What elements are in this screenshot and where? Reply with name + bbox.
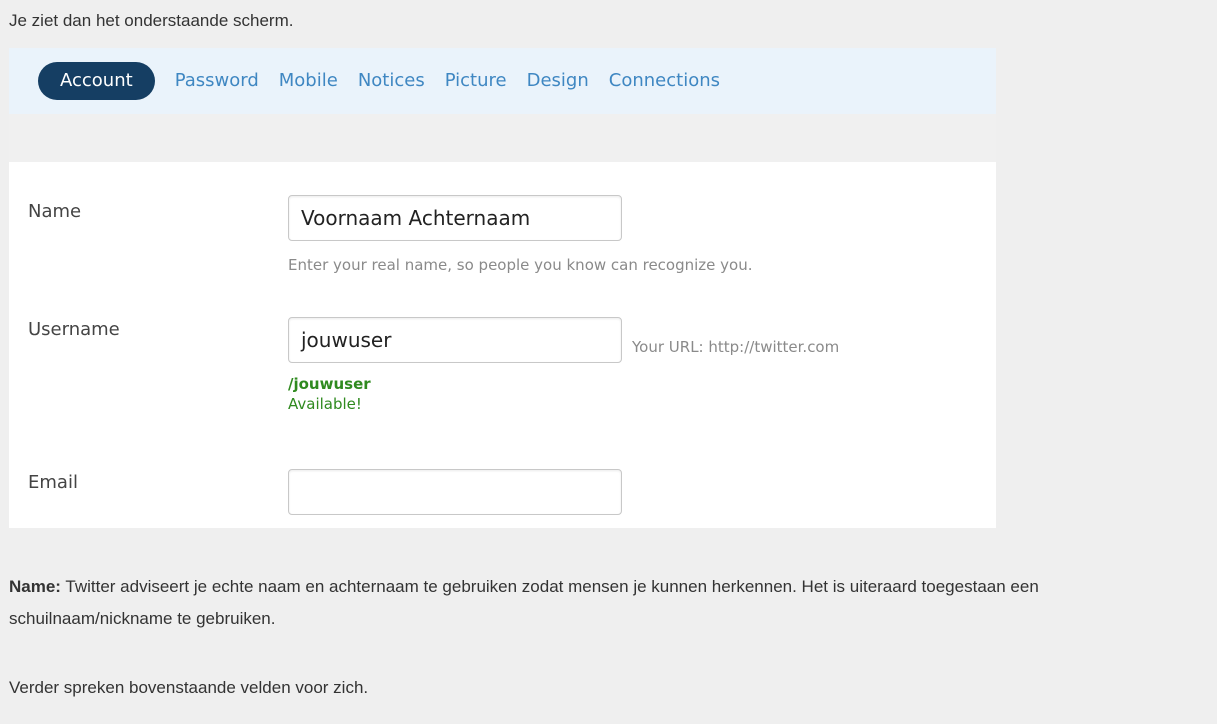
intro-text: Je ziet dan het onderstaande scherm. xyxy=(9,11,294,30)
name-input[interactable]: Voornaam Achternaam xyxy=(288,195,622,241)
tab-mobile[interactable]: Mobile xyxy=(279,62,358,100)
name-hint: Enter your real name, so people you know… xyxy=(288,256,753,274)
name-explanation: Name: Twitter adviseert je echte naam en… xyxy=(9,571,1199,635)
name-explanation-heading: Name: xyxy=(9,577,61,596)
name-label: Name xyxy=(28,201,82,222)
email-label: Email xyxy=(28,472,78,493)
closing-text: Verder spreken bovenstaande velden voor … xyxy=(9,678,369,697)
username-input[interactable]: jouwuser xyxy=(288,317,622,363)
tab-list: Account Password Mobile Notices Picture … xyxy=(38,62,740,100)
tab-bar-spacer xyxy=(9,114,996,162)
tab-account[interactable]: Account xyxy=(38,62,155,100)
tab-connections[interactable]: Connections xyxy=(609,62,740,100)
username-url-note: Your URL: http://twitter.com xyxy=(632,338,840,356)
tab-password[interactable]: Password xyxy=(175,62,279,100)
username-available-status: Available! xyxy=(288,395,362,413)
account-form: Name Voornaam Achternaam Enter your real… xyxy=(9,162,996,528)
email-input[interactable] xyxy=(288,469,622,515)
username-label: Username xyxy=(28,319,120,340)
name-explanation-text: Twitter adviseert je echte naam en achte… xyxy=(9,577,1039,628)
username-url-suffix: /jouwuser xyxy=(288,375,371,393)
settings-tab-bar: Account Password Mobile Notices Picture … xyxy=(9,48,996,114)
tab-picture[interactable]: Picture xyxy=(445,62,527,100)
tab-design[interactable]: Design xyxy=(527,62,609,100)
tab-notices[interactable]: Notices xyxy=(358,62,445,100)
